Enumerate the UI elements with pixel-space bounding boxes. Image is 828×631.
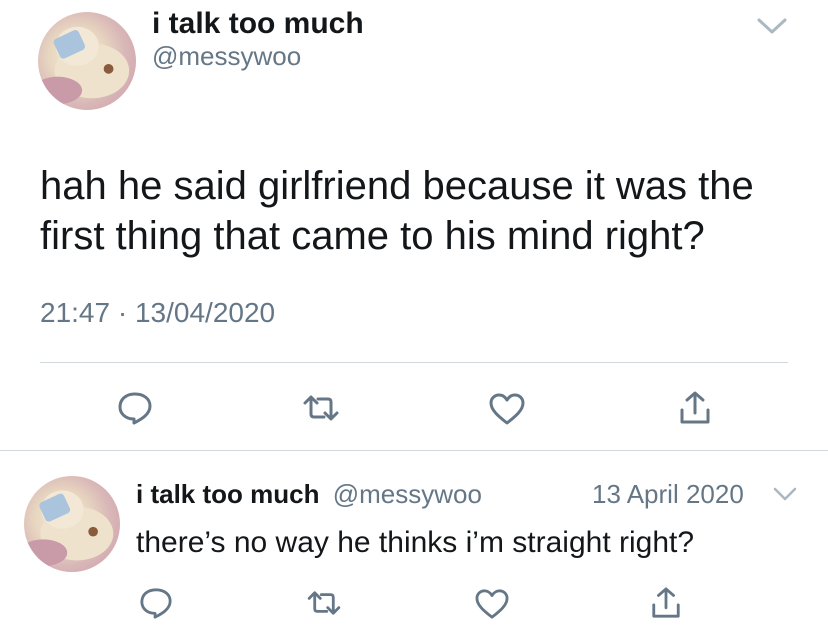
avatar[interactable]: [24, 476, 120, 572]
retweet-icon[interactable]: [306, 590, 342, 616]
divider: [40, 362, 788, 363]
heart-icon[interactable]: [488, 392, 526, 426]
tweet-text-line-2: first thing that came to his mind right?: [40, 214, 705, 258]
tweet-separator: [0, 450, 828, 451]
chevron-down-icon[interactable]: [772, 484, 798, 504]
tweet-text-line-1: hah he said girlfriend because it was th…: [40, 164, 754, 208]
share-icon[interactable]: [650, 586, 682, 620]
tweet-time: 21:47: [40, 297, 111, 328]
tweet-date: 13/04/2020: [134, 297, 276, 328]
retweet-icon[interactable]: [302, 394, 340, 422]
tweet-text: there’s no way he thinks i’m straight ri…: [136, 526, 695, 559]
chevron-down-icon[interactable]: [754, 14, 790, 38]
tweet-date[interactable]: 13 April 2020: [592, 478, 744, 510]
reply-icon[interactable]: [138, 586, 174, 620]
heart-icon[interactable]: [474, 588, 510, 620]
display-name[interactable]: i talk too much: [136, 479, 319, 509]
handle[interactable]: @messywoo: [333, 479, 482, 509]
handle[interactable]: @messywoo: [152, 40, 301, 72]
timestamp-separator: ·: [117, 297, 128, 328]
display-name[interactable]: i talk too much: [152, 6, 364, 42]
avatar-image: [38, 26, 130, 105]
reply-icon[interactable]: [116, 390, 154, 426]
avatar-image: [24, 490, 114, 567]
timestamp[interactable]: 21:47 · 13/04/2020: [40, 296, 275, 330]
share-icon[interactable]: [678, 390, 712, 426]
reply-header: i talk too much @messywoo: [136, 478, 482, 510]
avatar[interactable]: [38, 12, 136, 110]
